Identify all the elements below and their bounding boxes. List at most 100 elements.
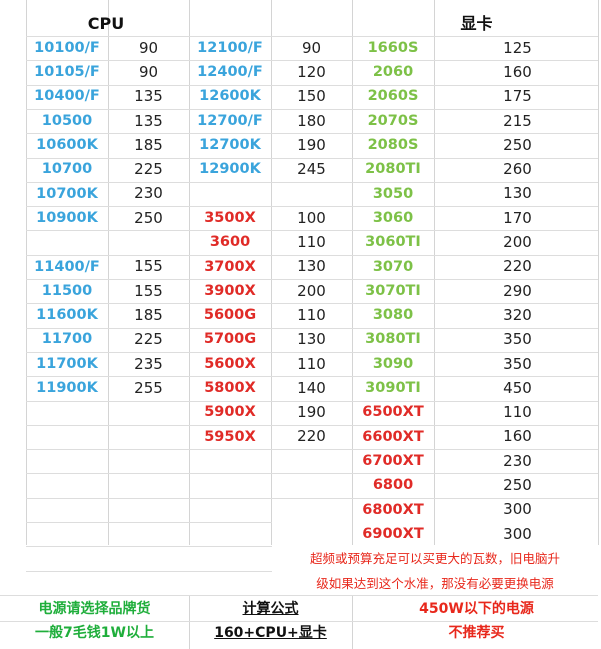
model-name: 11900K [36, 380, 98, 397]
model-name: 6800 [372, 477, 414, 494]
wattage: 225 [134, 330, 163, 349]
model-name: 2060S [367, 88, 419, 105]
model-name: 3080TI [365, 331, 421, 348]
wattage: 135 [134, 111, 163, 130]
model-name: 6500XT [362, 404, 424, 421]
grid-hline [26, 522, 272, 523]
wattage: 260 [503, 160, 532, 179]
psu-price-note: 一般7毛钱1W以上 [35, 625, 154, 641]
wattage: 90 [138, 38, 159, 57]
model-name [189, 182, 271, 206]
wattage: 450 [503, 378, 532, 397]
wattage: 175 [503, 87, 532, 106]
wattage: 155 [134, 281, 163, 300]
model-name: 10105/F [34, 64, 100, 81]
model-name: 3080 [372, 307, 414, 324]
note-line-1: 超频或预算充足可以买更大的瓦数，旧电脑升 [309, 551, 560, 566]
model-name: 5600G [203, 307, 257, 324]
model-name: 10700 [41, 161, 93, 178]
model-name: 12700/F [197, 112, 263, 129]
formula-text: 160+CPU+显卡 [214, 625, 327, 641]
note-box: 超频或预算充足可以买更大的瓦数，旧电脑升 级如果达到这个水准，那没有必要更换电源 [272, 544, 598, 594]
model-name: 6800XT [362, 501, 424, 518]
model-name: 5950X [204, 428, 256, 445]
model-name: 5600X [204, 355, 256, 372]
wattage: 350 [503, 354, 532, 373]
wattage: 220 [297, 427, 326, 446]
model-name: 11700K [36, 355, 98, 372]
wattage: 130 [297, 330, 326, 349]
wattage: 100 [297, 208, 326, 227]
wattage: 320 [503, 305, 532, 324]
wattage: 155 [134, 257, 163, 276]
model-name [26, 230, 108, 254]
wattage: 170 [503, 208, 532, 227]
wattage: 290 [503, 281, 532, 300]
wattage [108, 230, 189, 254]
model-name: 5800X [204, 380, 256, 397]
model-name: 10400/F [34, 88, 100, 105]
model-name: 6700XT [362, 452, 424, 469]
model-name: 3050 [372, 185, 414, 202]
model-name: 12400/F [197, 64, 263, 81]
model-name: 11600K [36, 307, 98, 324]
warn-line-1: 450W以下的电源 [419, 601, 534, 617]
model-name: 12600K [199, 88, 261, 105]
model-name: 2070S [367, 112, 419, 129]
model-name: 10600K [36, 137, 98, 154]
model-name: 5700G [203, 331, 257, 348]
model-name: 6900XT [362, 525, 424, 542]
wattage: 190 [297, 403, 326, 422]
wattage: 200 [297, 281, 326, 300]
wattage: 230 [134, 184, 163, 203]
psu-brand-note: 电源请选择品牌货 [38, 601, 151, 617]
wattage: 185 [134, 135, 163, 154]
model-name: 3090TI [365, 380, 421, 397]
wattage: 90 [138, 62, 159, 81]
warn-line-2: 不推荐买 [448, 625, 505, 641]
model-name: 10700K [36, 185, 98, 202]
model-name: 6600XT [362, 428, 424, 445]
grid-hline [26, 546, 272, 547]
model-name: 10900K [36, 209, 98, 226]
model-name: 3500X [204, 209, 256, 226]
wattage: 140 [297, 378, 326, 397]
model-name: 3700X [204, 258, 256, 275]
note-line-2: 级如果达到这个水准，那没有必要更换电源 [316, 576, 554, 591]
gpu-header: 显卡 [460, 14, 493, 33]
wattage: 300 [503, 524, 532, 543]
wattage: 190 [297, 135, 326, 154]
model-name: 11700 [41, 331, 93, 348]
wattage: 250 [503, 476, 532, 495]
grid-hline [0, 595, 598, 596]
wattage: 185 [134, 305, 163, 324]
wattage: 350 [503, 330, 532, 349]
wattage: 135 [134, 87, 163, 106]
model-name: 3900X [204, 282, 256, 299]
model-name: 2080TI [365, 161, 421, 178]
wattage: 245 [297, 160, 326, 179]
wattage: 235 [134, 354, 163, 373]
model-name: 12900K [199, 161, 261, 178]
wattage: 225 [134, 160, 163, 179]
model-name: 10100/F [34, 39, 100, 56]
model-name: 3070 [372, 258, 414, 275]
wattage: 250 [134, 208, 163, 227]
model-name: 3060 [372, 209, 414, 226]
model-name: 3090 [372, 355, 414, 372]
wattage: 90 [301, 38, 322, 57]
wattage: 150 [297, 87, 326, 106]
model-name: 2060 [372, 64, 414, 81]
model-name: 1660S [367, 39, 419, 56]
wattage: 110 [297, 354, 326, 373]
model-name: 3600 [209, 234, 251, 251]
model-name: 11500 [41, 282, 93, 299]
model-name: 11400/F [34, 258, 100, 275]
wattage [271, 182, 352, 206]
wattage: 130 [297, 257, 326, 276]
model-name: 12100/F [197, 39, 263, 56]
wattage: 200 [503, 233, 532, 252]
wattage: 125 [503, 38, 532, 57]
wattage: 110 [503, 403, 532, 422]
cpu-header: CPU [87, 14, 125, 33]
